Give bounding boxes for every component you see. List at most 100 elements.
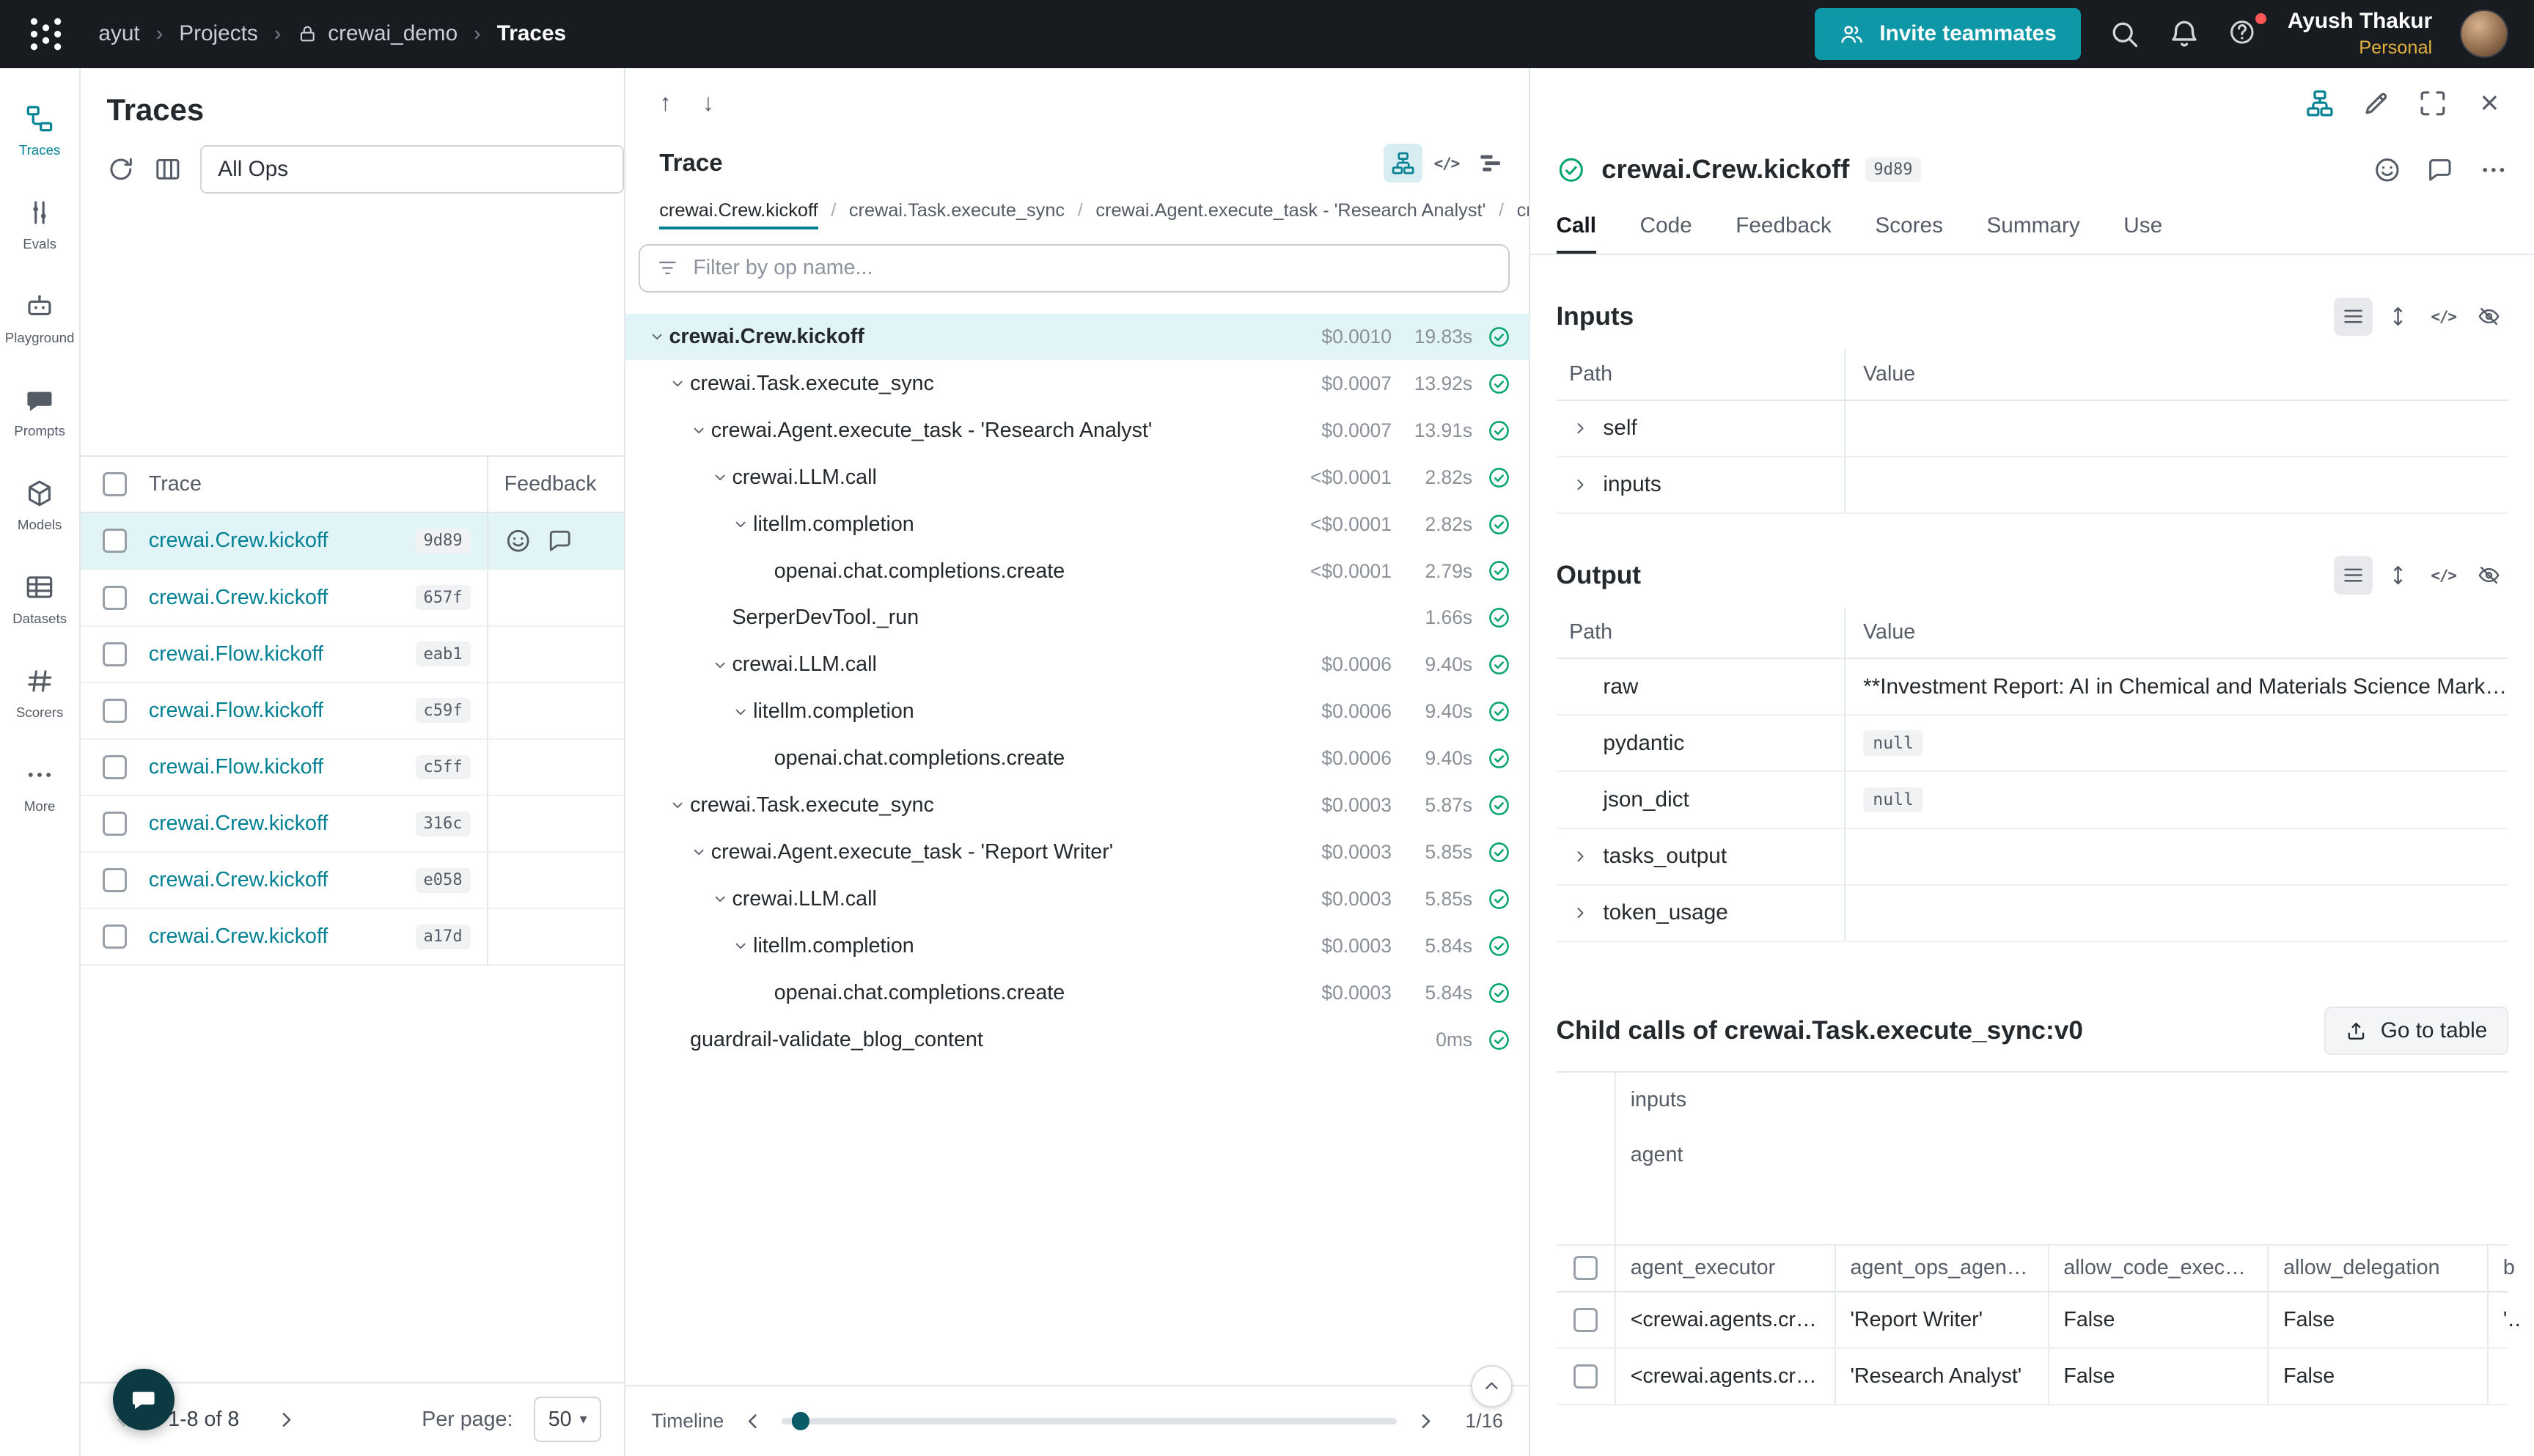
chevron-down-icon[interactable] (666, 375, 690, 392)
tab-summary[interactable]: Summary (1986, 200, 2079, 254)
select-all-checkbox[interactable] (103, 472, 127, 496)
avatar[interactable] (2460, 10, 2508, 58)
kv-row[interactable]: token_usage (1557, 886, 2508, 942)
kv-row[interactable]: inputs (1557, 457, 2508, 514)
sidebar-item-prompts[interactable]: Prompts (1, 365, 78, 459)
chevron-down-icon[interactable] (729, 937, 753, 955)
trace-span-row[interactable]: crewai.Crew.kickoff$0.001019.83s (625, 314, 1529, 361)
chevron-down-icon[interactable] (666, 796, 690, 814)
more-options-button[interactable] (2479, 155, 2508, 185)
chevron-down-icon[interactable] (708, 468, 732, 486)
checkbox[interactable] (1573, 1364, 1598, 1389)
chevron-right-icon[interactable] (1569, 847, 1592, 866)
timeline-prev-button[interactable] (740, 1408, 765, 1434)
ops-filter-select[interactable]: All Ops (200, 145, 624, 194)
fullscreen-button[interactable] (2417, 88, 2448, 119)
trace-breadcrumb-item[interactable]: crewai.Crew.kickoff (659, 200, 818, 229)
breadcrumb-item[interactable]: ayut (98, 21, 139, 46)
trace-span-row[interactable]: openai.chat.completions.create<$0.00012.… (625, 548, 1529, 595)
kv-row[interactable]: json_dictnull (1557, 772, 2508, 828)
bell-icon[interactable] (2168, 18, 2200, 50)
chevron-right-icon[interactable] (1569, 475, 1592, 494)
column-settings-button[interactable] (153, 155, 183, 184)
table-row[interactable]: crewai.Crew.kickoffa17d (81, 909, 624, 966)
toggle-tree-button[interactable] (2305, 88, 2335, 119)
checkbox[interactable] (103, 812, 127, 836)
expand-rows-button[interactable] (2379, 556, 2417, 595)
trace-span-row[interactable]: SerperDevTool._run1.66s (625, 595, 1529, 641)
prev-call-button[interactable]: ↑ (659, 89, 672, 117)
select-all-checkbox[interactable] (1573, 1256, 1598, 1280)
code-view-button[interactable]: </> (1427, 144, 1466, 183)
trace-span-row[interactable]: openai.chat.completions.create$0.00069.4… (625, 735, 1529, 782)
edit-icon[interactable] (2361, 88, 2392, 119)
trace-span-row[interactable]: crewai.Task.execute_sync$0.000713.92s (625, 360, 1529, 407)
sidebar-item-scorers[interactable]: Scorers (1, 647, 78, 740)
help-button[interactable] (2228, 18, 2260, 50)
user-menu[interactable]: Ayush Thakur Personal (2288, 7, 2432, 60)
chevron-down-icon[interactable] (687, 843, 711, 861)
table-row[interactable]: crewai.Crew.kickoff9d89 (81, 513, 624, 570)
next-page-button[interactable] (268, 1402, 304, 1437)
invite-teammates-button[interactable]: Invite teammates (1815, 8, 2081, 60)
per-page-select[interactable]: 50 ▾ (534, 1397, 601, 1442)
chevron-down-icon[interactable] (687, 422, 711, 439)
sidebar-item-more[interactable]: More (1, 740, 78, 834)
table-row[interactable]: crewai.Crew.kickoff316c (81, 796, 624, 853)
table-row[interactable]: crewai.Flow.kickoffc5ff (81, 740, 624, 796)
checkbox[interactable] (103, 755, 127, 779)
chevron-down-icon[interactable] (708, 656, 732, 674)
hide-values-button[interactable] (2469, 298, 2508, 337)
add-reaction-button[interactable] (2373, 155, 2402, 185)
checkbox[interactable] (103, 868, 127, 892)
wandb-logo-icon[interactable] (26, 14, 66, 54)
trace-breadcrumb-item[interactable]: crewai.Agent.execute_task - 'Research An… (1095, 200, 1485, 229)
op-filter-search[interactable] (639, 244, 1510, 293)
flame-view-button[interactable] (1471, 144, 1510, 183)
checkbox[interactable] (1573, 1308, 1598, 1332)
chevron-right-icon[interactable] (1569, 419, 1592, 438)
breadcrumb-item[interactable]: Traces (497, 21, 566, 46)
kv-row[interactable]: tasks_output (1557, 829, 2508, 886)
add-comment-button[interactable] (2425, 155, 2455, 185)
collapse-timeline-button[interactable] (1471, 1365, 1513, 1407)
trace-span-row[interactable]: crewai.LLM.call$0.00069.40s (625, 641, 1529, 688)
list-view-button[interactable] (2334, 298, 2373, 337)
breadcrumb-item[interactable]: crewai_demo (297, 21, 458, 46)
table-row[interactable]: crewai.Flow.kickoffc59f (81, 683, 624, 740)
trace-link[interactable]: crewai.Crew.kickoff (149, 529, 406, 553)
go-to-table-button[interactable]: Go to table (2324, 1007, 2508, 1055)
trace-span-row[interactable]: crewai.LLM.call$0.00035.85s (625, 875, 1529, 922)
trace-span-row[interactable]: crewai.LLM.call<$0.00012.82s (625, 454, 1529, 501)
tab-feedback[interactable]: Feedback (1736, 200, 1832, 254)
tab-use[interactable]: Use (2123, 200, 2162, 254)
table-row[interactable]: crewai.Crew.kickoff657f (81, 570, 624, 627)
table-row[interactable]: crewai.Crew.kickoffe058 (81, 853, 624, 909)
trace-span-row[interactable]: crewai.Agent.execute_task - 'Research An… (625, 407, 1529, 454)
timeline-next-button[interactable] (1413, 1408, 1439, 1434)
tab-code[interactable]: Code (1640, 200, 1692, 254)
hide-values-button[interactable] (2469, 556, 2508, 595)
sidebar-item-playground[interactable]: Playground (1, 271, 78, 365)
trace-span-row[interactable]: guardrail-validate_blog_content0ms (625, 1016, 1529, 1063)
child-table-row[interactable]: <crewai.agents.cre...'Report Writer'Fals… (1557, 1293, 2508, 1349)
refresh-button[interactable] (106, 155, 136, 184)
timeline-knob[interactable] (791, 1412, 809, 1430)
trace-link[interactable]: crewai.Crew.kickoff (149, 924, 406, 949)
kv-row[interactable]: self (1557, 401, 2508, 457)
list-view-button[interactable] (2334, 556, 2373, 595)
sidebar-item-models[interactable]: Models (1, 459, 78, 553)
chevron-down-icon[interactable] (729, 515, 753, 533)
trace-span-row[interactable]: litellm.completion$0.00069.40s (625, 688, 1529, 735)
chevron-right-icon[interactable] (1569, 903, 1592, 922)
next-call-button[interactable]: ↓ (702, 89, 715, 117)
child-table-row[interactable]: <crewai.agents.cre...'Research Analyst'F… (1557, 1349, 2508, 1405)
sidebar-item-evals[interactable]: Evals (1, 177, 78, 271)
feedback-comment-icon[interactable] (546, 527, 573, 554)
breadcrumb-item[interactable]: Projects (179, 21, 257, 46)
trace-span-row[interactable]: litellm.completion<$0.00012.82s (625, 501, 1529, 548)
kv-row[interactable]: pydanticnull (1557, 716, 2508, 772)
trace-breadcrumb-item[interactable]: crewai.Task.execute_sync (849, 200, 1065, 229)
feedback-emoji-icon[interactable] (504, 527, 532, 554)
trace-link[interactable]: crewai.Crew.kickoff (149, 812, 406, 836)
